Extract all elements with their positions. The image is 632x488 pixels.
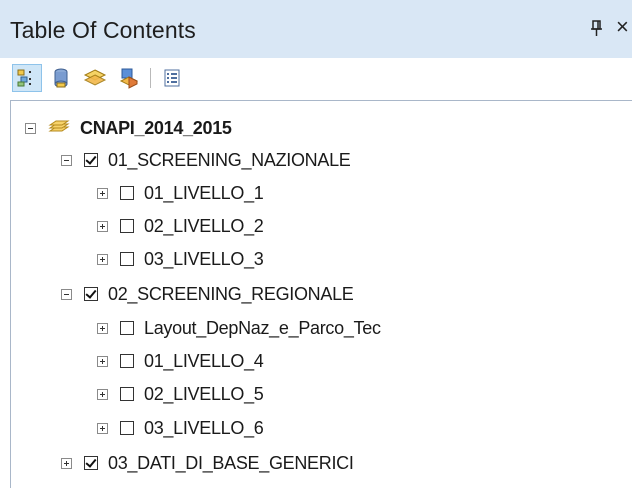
panel-title: Table Of Contents xyxy=(10,17,196,43)
layer-visibility-checkbox[interactable] xyxy=(120,387,134,401)
layer-visibility-checkbox[interactable] xyxy=(120,321,134,335)
tree-layer-row[interactable]: 02_LIVELLO_2 xyxy=(97,209,264,243)
layer-visibility-checkbox[interactable] xyxy=(120,354,134,368)
expand-icon[interactable] xyxy=(97,253,108,265)
layer-label[interactable]: 03_LIVELLO_6 xyxy=(144,418,264,439)
layer-visibility-checkbox[interactable] xyxy=(120,186,134,200)
layer-label[interactable]: 01_LIVELLO_4 xyxy=(144,351,264,372)
layer-label[interactable]: 02_LIVELLO_5 xyxy=(144,384,264,405)
layers-icon xyxy=(48,120,70,132)
expand-icon[interactable] xyxy=(97,187,108,199)
tree-layer-row[interactable]: 03_LIVELLO_6 xyxy=(97,411,264,445)
options-button[interactable] xyxy=(157,64,187,92)
list-by-source-icon xyxy=(54,68,68,88)
expand-icon[interactable] xyxy=(97,322,108,334)
expand-icon[interactable] xyxy=(97,355,108,367)
expand-icon[interactable] xyxy=(61,457,72,469)
list-by-selection-button[interactable] xyxy=(114,64,144,92)
tree-group-row[interactable]: 02_SCREENING_REGIONALE xyxy=(61,277,354,311)
options-icon xyxy=(164,69,180,87)
tree-group-row[interactable]: 01_SCREENING_NAZIONALE xyxy=(61,143,351,177)
tree-layer-row[interactable]: 01_LIVELLO_4 xyxy=(97,344,264,378)
layer-label[interactable]: 03_LIVELLO_3 xyxy=(144,249,264,270)
tree-layer-row[interactable]: 01_LIVELLO_1 xyxy=(97,176,264,210)
collapse-icon[interactable] xyxy=(61,154,72,166)
collapse-icon[interactable] xyxy=(61,288,72,300)
tree-layer-row[interactable]: 03_LIVELLO_3 xyxy=(97,242,264,276)
layer-label[interactable]: Layout_DepNaz_e_Parco_Tec xyxy=(144,318,381,339)
list-by-visibility-icon xyxy=(83,69,107,86)
layer-visibility-checkbox[interactable] xyxy=(84,153,98,167)
panel-title-bar: Table Of Contents × xyxy=(0,0,632,58)
layer-visibility-checkbox[interactable] xyxy=(120,252,134,266)
list-by-source-button[interactable] xyxy=(46,64,76,92)
group-layer-label[interactable]: 01_SCREENING_NAZIONALE xyxy=(108,150,351,171)
list-by-drawing-order-icon xyxy=(17,69,31,87)
collapse-icon[interactable] xyxy=(25,122,36,134)
tree-root-row[interactable]: CNAPI_2014_2015 xyxy=(25,111,232,145)
tree-group-row[interactable]: 03_DATI_DI_BASE_GENERICI xyxy=(61,446,354,480)
layer-visibility-checkbox[interactable] xyxy=(120,421,134,435)
toolbar-separator xyxy=(150,68,151,88)
list-by-selection-icon xyxy=(119,68,139,89)
pin-icon[interactable] xyxy=(590,18,604,38)
layer-label[interactable]: 02_LIVELLO_2 xyxy=(144,216,264,237)
group-layer-label[interactable]: 02_SCREENING_REGIONALE xyxy=(108,284,354,305)
layer-visibility-checkbox[interactable] xyxy=(120,219,134,233)
data-frame-label[interactable]: CNAPI_2014_2015 xyxy=(80,118,232,139)
list-by-visibility-button[interactable] xyxy=(80,64,110,92)
group-layer-label[interactable]: 03_DATI_DI_BASE_GENERICI xyxy=(108,453,354,474)
close-icon[interactable]: × xyxy=(616,14,629,40)
expand-icon[interactable] xyxy=(97,422,108,434)
expand-icon[interactable] xyxy=(97,388,108,400)
layer-visibility-checkbox[interactable] xyxy=(84,456,98,470)
toc-toolbar xyxy=(0,58,632,98)
list-by-drawing-order-button[interactable] xyxy=(12,64,42,92)
tree-layer-row[interactable]: Layout_DepNaz_e_Parco_Tec xyxy=(97,311,381,345)
tree-layer-row[interactable]: 02_LIVELLO_5 xyxy=(97,377,264,411)
layer-label[interactable]: 01_LIVELLO_1 xyxy=(144,183,264,204)
layer-visibility-checkbox[interactable] xyxy=(84,287,98,301)
expand-icon[interactable] xyxy=(97,220,108,232)
